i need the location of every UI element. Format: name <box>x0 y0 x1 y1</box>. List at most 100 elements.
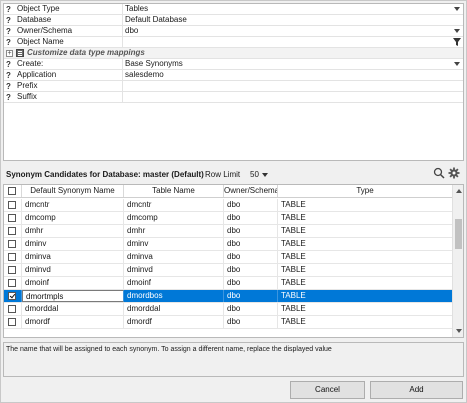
table-row[interactable]: dmordf dmordf dbo TABLE <box>4 316 453 329</box>
property-value[interactable]: Default Database <box>122 15 462 25</box>
add-button[interactable]: Add <box>370 381 463 399</box>
property-name: Suffix <box>17 92 37 101</box>
row-select-cell <box>4 225 22 237</box>
row-checkbox[interactable] <box>8 292 16 300</box>
gear-icon[interactable] <box>448 167 460 179</box>
properties-grid: ? Object Type Tables ? Database Default … <box>3 3 464 161</box>
column-header-select <box>4 185 22 197</box>
create-synonym-dialog: ? Object Type Tables ? Database Default … <box>0 0 467 403</box>
property-value[interactable] <box>122 92 462 102</box>
property-name: Owner/Schema <box>17 26 73 35</box>
cell-synonym[interactable]: dminvd <box>22 264 124 276</box>
column-header-synonym[interactable]: Default Synonym Name <box>22 185 124 197</box>
search-icon[interactable] <box>433 167 445 179</box>
expand-icon[interactable]: + <box>6 50 13 57</box>
table-row[interactable]: dmorddal dmorddal dbo TABLE <box>4 303 453 316</box>
property-row-suffix[interactable]: ? Suffix <box>4 92 463 103</box>
cell-owner: dbo <box>224 303 278 315</box>
cell-table: dmordf <box>124 316 224 328</box>
row-checkbox[interactable] <box>8 240 16 248</box>
chevron-down-icon[interactable] <box>262 173 268 177</box>
cell-synonym[interactable]: dmordf <box>22 316 124 328</box>
row-checkbox[interactable] <box>8 305 16 313</box>
row-checkbox[interactable] <box>8 279 16 287</box>
property-row-object-type[interactable]: ? Object Type Tables <box>4 4 463 15</box>
row-checkbox[interactable] <box>8 227 16 235</box>
row-checkbox[interactable] <box>8 318 16 326</box>
dropdown-arrow-icon[interactable] <box>454 7 460 11</box>
table-row[interactable]: dminva dminva dbo TABLE <box>4 251 453 264</box>
row-limit-select[interactable]: 50 <box>250 170 259 179</box>
cancel-button[interactable]: Cancel <box>290 381 365 399</box>
cell-owner: dbo <box>224 277 278 289</box>
cell-owner: dbo <box>224 290 278 302</box>
cell-type: TABLE <box>278 199 453 211</box>
select-all-checkbox[interactable] <box>8 187 16 195</box>
column-header-type[interactable]: Type <box>278 185 453 197</box>
cell-owner: dbo <box>224 212 278 224</box>
filter-icon[interactable] <box>453 38 461 46</box>
property-value[interactable] <box>122 37 462 47</box>
row-checkbox[interactable] <box>8 214 16 222</box>
table-row[interactable]: dmcntr dmcntr dbo TABLE <box>4 199 453 212</box>
property-row-create[interactable]: ? Create: Base Synonyms <box>4 59 463 70</box>
cell-table: dminv <box>124 238 224 250</box>
cell-owner: dbo <box>224 238 278 250</box>
cell-owner: dbo <box>224 199 278 211</box>
cell-synonym[interactable]: dmorddal <box>22 303 124 315</box>
help-icon: ? <box>6 82 11 91</box>
dropdown-arrow-icon[interactable] <box>454 62 460 66</box>
table-row[interactable]: dmcomp dmcomp dbo TABLE <box>4 212 453 225</box>
property-row-database[interactable]: ? Database Default Database <box>4 15 463 26</box>
column-header-owner[interactable]: Owner/Schema <box>224 185 278 197</box>
property-name: Object Type <box>17 4 60 13</box>
help-icon: ? <box>6 5 11 14</box>
row-checkbox[interactable] <box>8 201 16 209</box>
help-icon: ? <box>6 93 11 102</box>
property-value[interactable]: Tables <box>122 4 462 14</box>
table-row[interactable]: dminvd dminvd dbo TABLE <box>4 264 453 277</box>
cell-type: TABLE <box>278 277 453 289</box>
property-value[interactable]: salesdemo <box>122 70 462 80</box>
cell-synonym[interactable]: dmhr <box>22 225 124 237</box>
property-name: Application <box>17 70 57 79</box>
row-checkbox[interactable] <box>8 253 16 261</box>
cell-synonym[interactable]: dmcntr <box>22 199 124 211</box>
cell-synonym[interactable]: dmcomp <box>22 212 124 224</box>
property-row-application[interactable]: ? Application salesdemo <box>4 70 463 81</box>
scroll-up-icon[interactable] <box>456 189 462 193</box>
table-row[interactable]: dmoinf dmoinf dbo TABLE <box>4 277 453 290</box>
cell-synonym[interactable]: dminva <box>22 251 124 263</box>
cell-synonym[interactable]: dmortmpls <box>22 290 124 302</box>
property-group-data-type-mappings[interactable]: + Customize data type mappings <box>4 48 463 59</box>
cell-type: TABLE <box>278 238 453 250</box>
column-header-table[interactable]: Table Name <box>124 185 224 197</box>
property-name: Create: <box>17 59 44 68</box>
row-select-cell <box>4 290 22 302</box>
cell-table: dmoinf <box>124 277 224 289</box>
table-row[interactable]: dminv dminv dbo TABLE <box>4 238 453 251</box>
property-value[interactable]: dbo <box>122 26 462 36</box>
row-select-cell <box>4 251 22 263</box>
scrollbar-thumb[interactable] <box>455 219 462 249</box>
cell-type: TABLE <box>278 225 453 237</box>
scroll-down-icon[interactable] <box>456 329 462 333</box>
vertical-scrollbar[interactable] <box>452 185 463 337</box>
synonym-candidates-table: Default Synonym Name Table Name Owner/Sc… <box>3 184 464 338</box>
cell-synonym[interactable]: dmoinf <box>22 277 124 289</box>
table-row[interactable]: dmhr dmhr dbo TABLE <box>4 225 453 238</box>
row-select-cell <box>4 212 22 224</box>
dropdown-arrow-icon[interactable] <box>454 29 460 33</box>
property-value[interactable]: Base Synonyms <box>122 59 462 69</box>
row-limit-label: Row Limit <box>205 170 241 179</box>
cell-synonym[interactable]: dminv <box>22 238 124 250</box>
property-row-prefix[interactable]: ? Prefix <box>4 81 463 92</box>
cell-type: TABLE <box>278 303 453 315</box>
cell-table: dmhr <box>124 225 224 237</box>
property-row-object-name[interactable]: ? Object Name <box>4 37 463 48</box>
property-row-owner-schema[interactable]: ? Owner/Schema dbo <box>4 26 463 37</box>
table-row[interactable]: dmortmpls dmordbos dbo TABLE <box>4 290 453 303</box>
property-value[interactable] <box>122 81 462 91</box>
row-checkbox[interactable] <box>8 266 16 274</box>
help-icon: ? <box>6 16 11 25</box>
